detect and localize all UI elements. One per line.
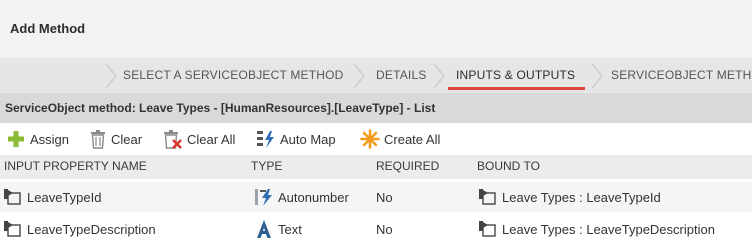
- step-separator-icon: [353, 64, 365, 88]
- clear-all-button[interactable]: Clear All: [163, 129, 235, 149]
- create-all-button[interactable]: Create All: [360, 129, 440, 149]
- auto-map-button[interactable]: Auto Map: [256, 129, 336, 149]
- dialog-header: Add Method: [0, 0, 752, 58]
- property-icon: [4, 189, 21, 205]
- plus-icon: [8, 131, 24, 147]
- table-row[interactable]: LeaveTypeId Autonumber No Leave Types : …: [0, 182, 752, 212]
- assign-label: Assign: [30, 131, 70, 147]
- required-cell: No: [376, 214, 393, 244]
- required-cell: No: [376, 182, 393, 212]
- method-header-text: ServiceObject method: Leave Types - [Hum…: [5, 101, 436, 115]
- wizard-steps: SELECT A SERVICEOBJECT METHOD DETAILS IN…: [0, 58, 752, 93]
- trash-icon: [91, 130, 105, 149]
- toolbar: Assign Clear Clear All Auto Map Create A…: [0, 123, 752, 155]
- trash-x-icon: [164, 130, 182, 149]
- clear-label: Clear: [111, 131, 143, 147]
- input-property-cell: LeaveTypeId: [3, 182, 101, 212]
- clear-button[interactable]: Clear: [89, 129, 142, 149]
- type-cell: Autonumber: [254, 182, 349, 212]
- type-value: Text: [278, 221, 302, 237]
- step-separator-icon: [433, 64, 445, 88]
- input-property-cell: LeaveTypeDescription: [3, 214, 156, 244]
- input-property-name: LeaveTypeId: [27, 189, 102, 205]
- required-value: No: [376, 221, 393, 237]
- wizard-step-details[interactable]: DETAILS: [376, 58, 427, 93]
- wizard-step-select-method[interactable]: SELECT A SERVICEOBJECT METHOD: [123, 58, 344, 93]
- bound-to-cell: Leave Types : LeaveTypeId: [478, 182, 661, 212]
- step-separator-icon: [105, 64, 117, 88]
- wizard-step-inputs-outputs[interactable]: INPUTS & OUTPUTS: [447, 58, 586, 93]
- required-value: No: [376, 189, 393, 205]
- bound-to-value: Leave Types : LeaveTypeId: [502, 189, 661, 205]
- wizard-step-serviceobject-method[interactable]: SERVICEOBJECT METH: [611, 58, 752, 93]
- auto-map-label: Auto Map: [280, 131, 336, 147]
- dialog-title: Add Method: [10, 21, 86, 36]
- assign-button[interactable]: Assign: [6, 129, 69, 149]
- create-all-label: Create All: [384, 131, 441, 147]
- input-property-name: LeaveTypeDescription: [27, 221, 156, 237]
- bound-to-value: Leave Types : LeaveTypeDescription: [502, 221, 715, 237]
- column-header-bound-to[interactable]: BOUND TO: [477, 159, 540, 173]
- bound-to-cell: Leave Types : LeaveTypeDescription: [478, 214, 715, 244]
- property-icon: [479, 221, 496, 237]
- table-header: INPUT PROPERTY NAME TYPE REQUIRED BOUND …: [0, 155, 752, 179]
- autonumber-icon: [255, 189, 272, 206]
- column-header-input-property-name[interactable]: INPUT PROPERTY NAME: [4, 159, 147, 173]
- auto-map-icon: [257, 131, 274, 148]
- column-header-type[interactable]: TYPE: [251, 159, 282, 173]
- type-value: Autonumber: [278, 189, 349, 205]
- type-cell: Text: [254, 214, 302, 244]
- starburst-icon: [360, 129, 380, 149]
- method-header: ServiceObject method: Leave Types - [Hum…: [0, 93, 752, 123]
- property-icon: [479, 189, 496, 205]
- column-header-required[interactable]: REQUIRED: [376, 159, 439, 173]
- clear-all-label: Clear All: [187, 131, 236, 147]
- table-row[interactable]: LeaveTypeDescription Text No Leave Types…: [0, 214, 752, 244]
- step-separator-icon: [591, 64, 603, 88]
- text-type-icon: [257, 220, 271, 238]
- property-icon: [4, 221, 21, 237]
